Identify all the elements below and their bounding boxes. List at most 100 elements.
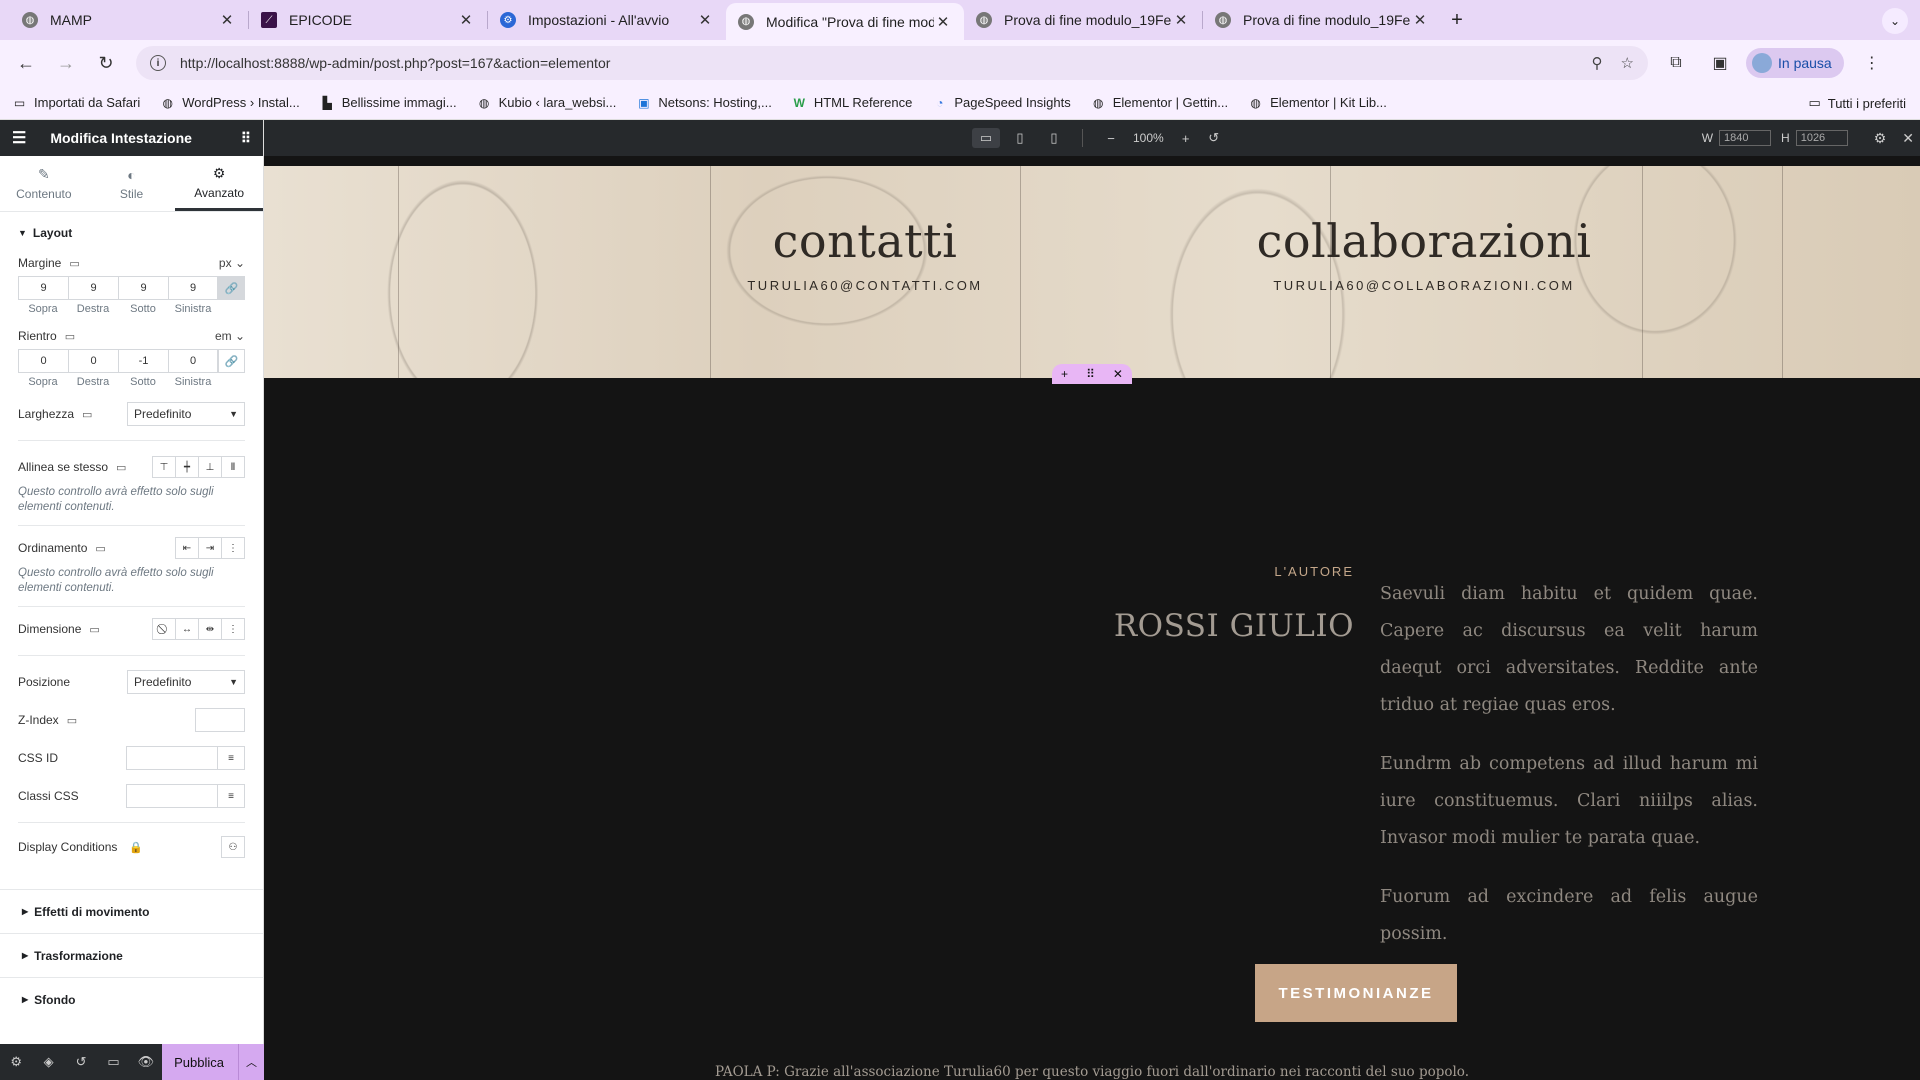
tab-search-button[interactable]: ⌄	[1882, 8, 1908, 34]
dynamic-tags-icon[interactable]: ≡	[218, 784, 245, 808]
widgets-grid-icon[interactable]: ⠿	[241, 130, 251, 147]
padding-top-input[interactable]: 0	[18, 349, 68, 373]
menu-hamburger-icon[interactable]: ☰	[12, 128, 26, 148]
gear-icon[interactable]: ⚙	[1874, 130, 1887, 147]
css-id-input[interactable]	[126, 746, 218, 770]
zoom-out-icon[interactable]: −	[1097, 131, 1125, 146]
desktop-icon[interactable]: ▭	[116, 461, 126, 474]
desktop-icon[interactable]: ▭	[95, 542, 105, 555]
collaborations-email[interactable]: TURULIA60@COLLABORAZIONI.COM	[1144, 278, 1704, 293]
chevron-up-icon[interactable]: ︿	[238, 1044, 264, 1080]
bookmark-item[interactable]: ◔ PageSpeed Insights	[932, 95, 1071, 110]
width-select[interactable]: Predefinito ▼	[127, 402, 245, 426]
browser-tab[interactable]: ◍ Prova di fine modulo_19Febb ✕	[964, 3, 1202, 37]
zindex-input[interactable]	[195, 708, 245, 732]
browser-tab[interactable]: ◍ Prova di fine modulo_19Febb ✕	[1203, 3, 1441, 37]
profile-button[interactable]: In pausa	[1746, 48, 1844, 78]
close-icon[interactable]: ✕	[457, 11, 475, 29]
bookmark-item[interactable]: ◍ Kubio ‹ lara_websi...	[477, 95, 617, 110]
forward-button[interactable]: →	[50, 47, 82, 79]
dynamic-tags-icon[interactable]: ≡	[218, 746, 245, 770]
no-size-icon[interactable]: ⃠	[152, 618, 176, 640]
responsive-mode-icon[interactable]: ▭	[97, 1054, 129, 1070]
canvas-width-input[interactable]: 1840	[1719, 130, 1772, 146]
bookmark-item[interactable]: ▭ Importati da Safari	[12, 95, 140, 110]
contacts-email[interactable]: TURULIA60@CONTATTI.COM	[710, 278, 1020, 293]
bookmark-item[interactable]: ◍ WordPress › Instal...	[160, 95, 299, 110]
align-center-icon[interactable]: ┿	[175, 456, 199, 478]
back-button[interactable]: ←	[10, 47, 42, 79]
desktop-icon[interactable]: ▭	[89, 623, 99, 636]
css-classes-input[interactable]	[126, 784, 218, 808]
section-motion-effects[interactable]: ▶ Effetti di movimento	[0, 889, 263, 933]
browser-tab-active[interactable]: ◍ Modifica "Prova di fine modul ✕	[726, 3, 964, 40]
bookmark-star-icon[interactable]: ☆	[1621, 54, 1634, 72]
browser-tab[interactable]: ◍ MAMP ✕	[10, 3, 248, 37]
close-icon[interactable]: ✕	[218, 11, 236, 29]
margin-top-input[interactable]: 9	[18, 276, 68, 300]
delete-section-icon[interactable]: ✕	[1113, 367, 1123, 381]
publish-button[interactable]: Pubblica ︿	[162, 1044, 264, 1080]
section-background[interactable]: ▶ Sfondo	[0, 977, 263, 1021]
reload-button[interactable]: ↻	[90, 47, 122, 79]
desktop-device-icon[interactable]: ▭	[972, 128, 1000, 148]
browser-tab[interactable]: ⟋ EPICODE ✕	[249, 3, 487, 37]
more-options-icon[interactable]: ⋮	[221, 618, 245, 640]
order-start-icon[interactable]: ⇤	[175, 537, 199, 559]
preview-eye-icon[interactable]: 👁	[130, 1054, 162, 1070]
header-section[interactable]: contatti TURULIA60@CONTATTI.COM collabor…	[264, 166, 1920, 384]
tab-stile[interactable]: ◐ Stile	[88, 156, 176, 211]
link-values-icon[interactable]: 🔗	[218, 276, 245, 300]
desktop-icon[interactable]: ▭	[67, 714, 77, 727]
position-select[interactable]: Predefinito ▼	[127, 670, 245, 694]
testimonials-button[interactable]: TESTIMONIANZE	[1255, 964, 1457, 1022]
tab-avanzato[interactable]: ⚙ Avanzato	[175, 156, 264, 211]
close-icon[interactable]: ✕	[1172, 11, 1190, 29]
new-tab-button[interactable]: +	[1441, 4, 1473, 36]
browser-menu-icon[interactable]: ⋮	[1856, 47, 1888, 79]
bookmark-item[interactable]: W HTML Reference	[792, 95, 913, 110]
zoom-in-icon[interactable]: +	[1172, 131, 1200, 146]
drag-handle-icon[interactable]: ⠿	[1086, 367, 1095, 381]
section-layout-toggle[interactable]: ▼ Layout	[0, 216, 263, 250]
order-end-icon[interactable]: ⇥	[198, 537, 222, 559]
reset-zoom-icon[interactable]: ↺	[1200, 130, 1228, 146]
canvas-height-input[interactable]: 1026	[1795, 130, 1848, 146]
address-url[interactable]: http://localhost:8888/wp-admin/post.php?…	[180, 55, 1574, 71]
address-bar[interactable]: i http://localhost:8888/wp-admin/post.ph…	[136, 46, 1648, 80]
tab-contenuto[interactable]: ✎ Contenuto	[0, 156, 88, 211]
layers-icon[interactable]: ◈	[32, 1054, 64, 1070]
bookmark-item[interactable]: ▣ Netsons: Hosting,...	[636, 95, 772, 110]
align-stretch-icon[interactable]: Ⅱ	[221, 456, 245, 478]
add-section-icon[interactable]: +	[1061, 367, 1068, 381]
site-info-icon[interactable]: i	[150, 55, 166, 71]
unit-selector[interactable]: em ⌄	[215, 329, 245, 343]
close-icon[interactable]: ✕	[696, 11, 714, 29]
align-end-icon[interactable]: ⊥	[198, 456, 222, 478]
settings-icon[interactable]: ⚙	[0, 1054, 32, 1070]
align-start-icon[interactable]: ⊤	[152, 456, 176, 478]
all-bookmarks[interactable]: ▭ Tutti i preferiti	[1808, 95, 1906, 111]
padding-left-input[interactable]: 0	[168, 349, 218, 373]
link-values-icon[interactable]: 🔗	[218, 349, 245, 373]
zoom-icon[interactable]: ⚲	[1592, 54, 1603, 72]
mobile-device-icon[interactable]: ▯	[1040, 130, 1068, 146]
more-options-icon[interactable]: ⋮	[221, 537, 245, 559]
conditions-tree-icon[interactable]: ⚇	[221, 836, 245, 858]
grow-icon[interactable]: ↔	[175, 618, 199, 640]
shrink-icon[interactable]: ⇹	[198, 618, 222, 640]
bookmark-item[interactable]: ▙ Bellissime immagi...	[320, 95, 457, 110]
section-transform[interactable]: ▶ Trasformazione	[0, 933, 263, 977]
unit-selector[interactable]: px ⌄	[219, 256, 245, 270]
browser-tab[interactable]: ⚙ Impostazioni - All'avvio ✕	[488, 3, 726, 37]
tablet-device-icon[interactable]: ▯	[1006, 130, 1034, 146]
desktop-icon[interactable]: ▭	[65, 330, 75, 343]
close-icon[interactable]: ✕	[934, 13, 952, 31]
desktop-icon[interactable]: ▭	[69, 257, 79, 270]
desktop-icon[interactable]: ▭	[82, 408, 92, 421]
margin-right-input[interactable]: 9	[68, 276, 118, 300]
margin-bottom-input[interactable]: 9	[118, 276, 168, 300]
padding-bottom-input[interactable]: -1	[118, 349, 168, 373]
history-icon[interactable]: ↺	[65, 1054, 97, 1070]
close-icon[interactable]: ✕	[1902, 130, 1914, 147]
